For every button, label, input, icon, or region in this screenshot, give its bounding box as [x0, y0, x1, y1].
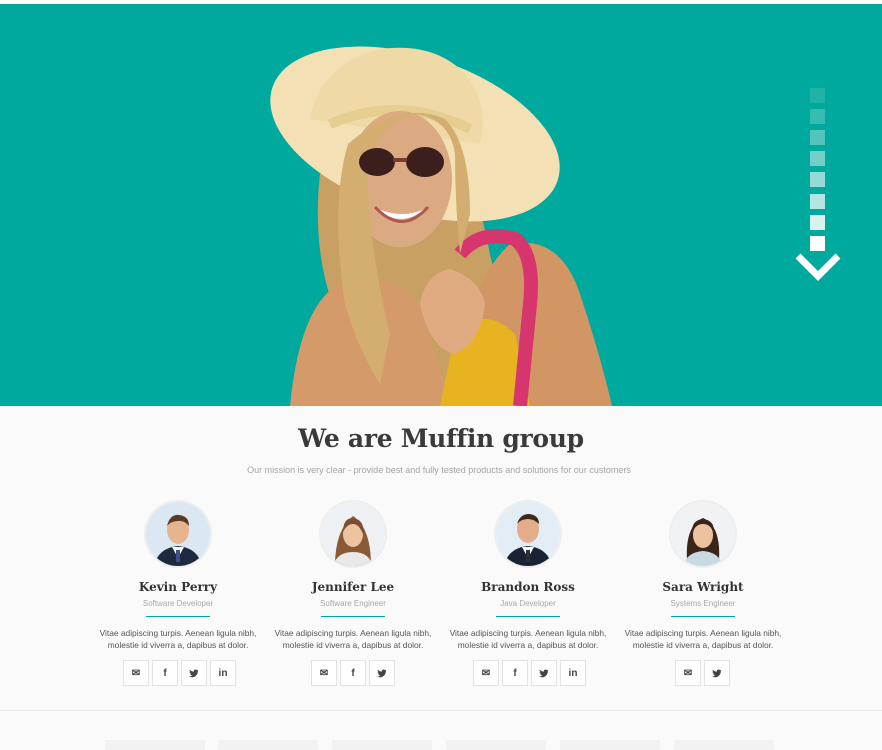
- member-name: Sara Wright: [662, 580, 744, 594]
- team-member-card: Sara Wright Systems Engineer Vitae adipi…: [615, 500, 791, 690]
- member-description: Vitae adipiscing turpis. Aenean ligula n…: [615, 627, 791, 651]
- avatar: [321, 502, 385, 566]
- arrow-trail-square: [810, 109, 825, 124]
- social-links: ✉: [675, 660, 733, 686]
- linkedin-icon[interactable]: in: [210, 660, 236, 686]
- team-member-card: Kevin Perry Software Developer Vitae adi…: [90, 500, 266, 690]
- card-placeholder: [446, 740, 546, 750]
- avatar: [496, 502, 560, 566]
- twitter-icon[interactable]: [369, 660, 395, 686]
- facebook-icon[interactable]: f: [502, 660, 528, 686]
- member-role: Java Developer: [500, 599, 556, 608]
- hero-banner: [0, 4, 882, 406]
- member-description: Vitae adipiscing turpis. Aenean ligula n…: [90, 627, 266, 651]
- mail-icon[interactable]: ✉: [675, 660, 701, 686]
- twitter-icon[interactable]: [531, 660, 557, 686]
- arrow-trail-square: [810, 88, 825, 103]
- description-line: molestie id viverra a, dapibus at dolor.: [107, 640, 249, 650]
- description-line: molestie id viverra a, dapibus at dolor.: [457, 640, 599, 650]
- member-description: Vitae adipiscing turpis. Aenean ligula n…: [440, 627, 616, 651]
- chevron-down-icon: [795, 253, 841, 281]
- card-placeholder: [560, 740, 660, 750]
- facebook-icon[interactable]: f: [340, 660, 366, 686]
- social-links: ✉ f in: [123, 660, 239, 686]
- accent-divider: [671, 616, 735, 617]
- twitter-icon[interactable]: [181, 660, 207, 686]
- team-grid: Kevin Perry Software Developer Vitae adi…: [90, 500, 790, 690]
- description-line: Vitae adipiscing turpis. Aenean ligula n…: [274, 628, 432, 638]
- avatar: [671, 502, 735, 566]
- arrow-trail-square: [810, 215, 825, 230]
- team-member-card: Brandon Ross Java Developer Vitae adipis…: [440, 500, 616, 690]
- description-line: molestie id viverra a, dapibus at dolor.: [282, 640, 424, 650]
- member-name: Kevin Perry: [138, 580, 218, 594]
- description-line: Vitae adipiscing turpis. Aenean ligula n…: [99, 628, 257, 638]
- section-title: We are Muffin group: [298, 424, 584, 453]
- arrow-trail-square: [810, 151, 825, 166]
- member-description: Vitae adipiscing turpis. Aenean ligula n…: [265, 627, 441, 651]
- team-member-card: Jennifer Lee Software Engineer Vitae adi…: [265, 500, 441, 690]
- member-name: Brandon Ross: [481, 580, 575, 594]
- member-role: Software Developer: [142, 599, 214, 608]
- section-divider: [0, 710, 882, 711]
- down-arrow-icon[interactable]: [794, 88, 842, 282]
- description-line: Vitae adipiscing turpis. Aenean ligula n…: [624, 628, 782, 638]
- card-placeholder: [218, 740, 318, 750]
- mail-icon[interactable]: ✉: [123, 660, 149, 686]
- member-role: Systems Engineer: [670, 599, 736, 608]
- arrow-trail-square: [810, 130, 825, 145]
- section-subtitle: Our mission is very clear - provide best…: [247, 465, 631, 475]
- next-section-preview: [0, 740, 882, 750]
- linkedin-icon[interactable]: in: [560, 660, 586, 686]
- description-line: molestie id viverra a, dapibus at dolor.: [632, 640, 774, 650]
- accent-divider: [496, 616, 560, 617]
- avatar: [146, 502, 210, 566]
- card-placeholder: [674, 740, 774, 750]
- social-links: ✉ f: [311, 660, 398, 686]
- twitter-icon[interactable]: [704, 660, 730, 686]
- arrow-trail-square: [810, 194, 825, 209]
- arrow-trail-square: [810, 172, 825, 187]
- mail-icon[interactable]: ✉: [473, 660, 499, 686]
- arrow-trail-square: [810, 236, 825, 251]
- woman-in-sun-hat-photo: [270, 46, 612, 406]
- card-placeholder: [105, 740, 205, 750]
- mail-icon[interactable]: ✉: [311, 660, 337, 686]
- accent-divider: [321, 616, 385, 617]
- card-placeholder: [332, 740, 432, 750]
- member-name: Jennifer Lee: [311, 580, 395, 594]
- description-line: Vitae adipiscing turpis. Aenean ligula n…: [449, 628, 607, 638]
- social-links: ✉ f in: [473, 660, 589, 686]
- accent-divider: [146, 616, 210, 617]
- facebook-icon[interactable]: f: [152, 660, 178, 686]
- member-role: Software Engineer: [320, 599, 386, 608]
